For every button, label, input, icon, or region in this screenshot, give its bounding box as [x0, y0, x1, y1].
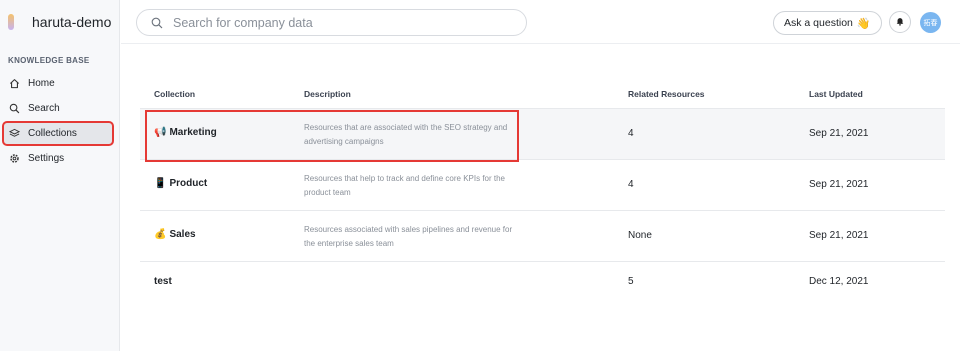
column-header-description: Description: [304, 89, 351, 99]
collection-name: test: [154, 276, 172, 287]
megaphone-icon: 📢: [154, 127, 167, 138]
last-updated-date: Sep 21, 2021: [809, 128, 869, 139]
column-header-last-updated: Last Updated: [809, 89, 863, 99]
collection-description: Resources associated with sales pipeline…: [304, 225, 513, 248]
avatar[interactable]: 拓春: [920, 12, 941, 33]
sidebar-nav: Home Search Collections Settings: [2, 73, 114, 173]
layers-icon: [9, 128, 20, 139]
last-updated-date: Dec 12, 2021: [809, 276, 869, 287]
table-row-sales[interactable]: 💰 Sales Resources associated with sales p…: [140, 210, 945, 261]
home-icon: [9, 78, 20, 89]
sidebar-item-label: Settings: [28, 153, 65, 164]
related-resources-count: 4: [628, 179, 634, 190]
collection-description: Resources that are associated with the S…: [304, 123, 508, 146]
section-heading: KNOWLEDGE BASE: [8, 56, 90, 65]
sidebar-item-search[interactable]: Search: [4, 98, 112, 119]
collection-name-text: Marketing: [169, 127, 217, 138]
collections-table: Collection Description Related Resources…: [140, 80, 945, 302]
column-header-related-resources: Related Resources: [628, 89, 705, 99]
sidebar-item-settings[interactable]: Settings: [4, 148, 112, 169]
search-input[interactable]: [173, 15, 493, 30]
app: haruta-demo KNOWLEDGE BASE Home Search C: [0, 0, 960, 351]
related-resources-count: None: [628, 230, 652, 241]
collection-name-text: test: [154, 276, 172, 287]
mobile-phone-icon: 📱: [154, 178, 167, 189]
collection-name-text: Product: [169, 178, 208, 189]
collection-name: 📱 Product: [154, 178, 207, 189]
collection-name-text: Sales: [169, 229, 196, 240]
sidebar-item-collections[interactable]: Collections: [2, 121, 114, 146]
money-bag-icon: 💰: [154, 229, 167, 240]
notifications-button[interactable]: [889, 11, 911, 33]
search-icon: [151, 17, 163, 29]
table-header: Collection Description Related Resources…: [140, 80, 945, 108]
workspace-switcher[interactable]: haruta-demo: [8, 12, 111, 32]
sidebar-item-label: Collections: [28, 128, 77, 139]
sidebar-item-label: Home: [28, 78, 55, 89]
wave-icon: 👋: [856, 17, 871, 30]
table-row-test[interactable]: test 5 Dec 12, 2021: [140, 261, 945, 302]
workspace-name: haruta-demo: [32, 14, 112, 30]
table-row-marketing[interactable]: 📢 Marketing Resources that are associated…: [140, 108, 945, 159]
gear-icon: [9, 153, 20, 164]
sidebar: haruta-demo KNOWLEDGE BASE Home Search C: [0, 0, 120, 351]
ask-question-label: Ask a question: [784, 17, 853, 29]
collection-name: 💰 Sales: [154, 229, 196, 240]
search-bar[interactable]: [136, 9, 527, 36]
related-resources-count: 5: [628, 276, 634, 287]
top-bar: Ask a question 👋 拓春: [121, 0, 960, 44]
brand-logo-icon: [8, 14, 14, 30]
collection-description: Resources that help to track and define …: [304, 174, 505, 197]
sidebar-item-home[interactable]: Home: [4, 73, 112, 94]
search-icon: [9, 103, 20, 114]
table-row-product[interactable]: 📱 Product Resources that help to track an…: [140, 159, 945, 210]
column-header-collection: Collection: [154, 89, 196, 99]
bell-icon: [895, 13, 905, 31]
collection-name: 📢 Marketing: [154, 127, 217, 138]
last-updated-date: Sep 21, 2021: [809, 230, 869, 241]
ask-question-button[interactable]: Ask a question 👋: [773, 11, 882, 35]
related-resources-count: 4: [628, 128, 634, 139]
last-updated-date: Sep 21, 2021: [809, 179, 869, 190]
sidebar-item-label: Search: [28, 103, 60, 114]
